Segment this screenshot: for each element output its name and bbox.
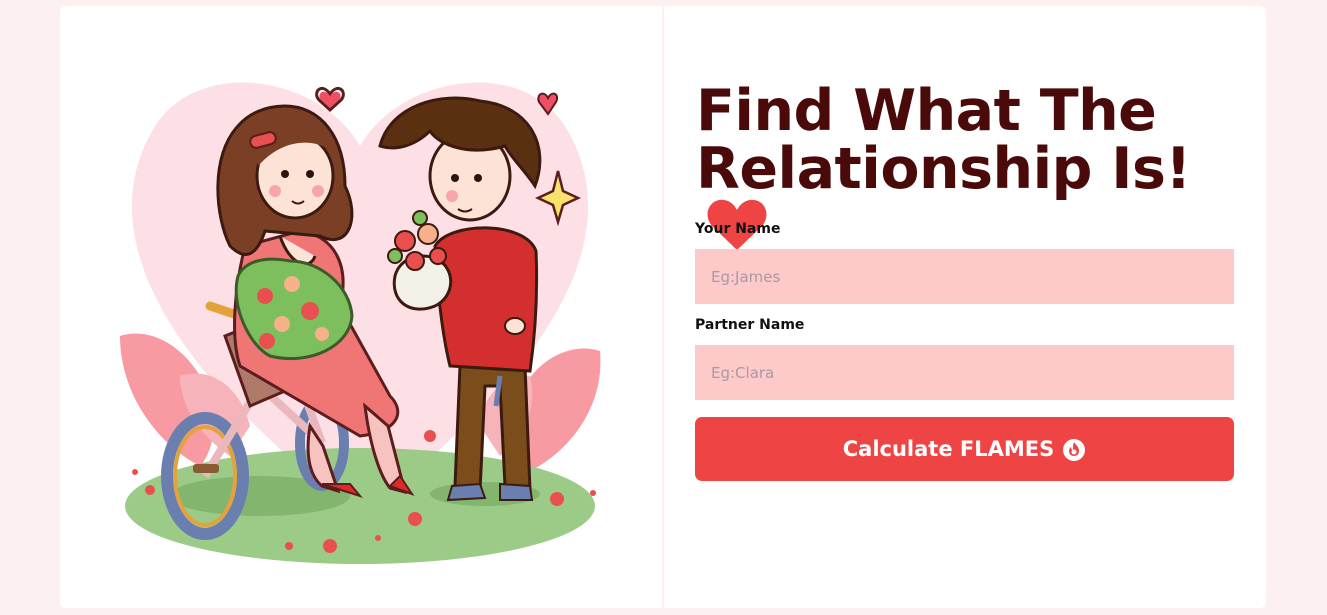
couple-illustration [120,82,601,564]
calculate-flames-button[interactable]: Calculate FLAMES [695,417,1234,481]
fire-icon [1062,437,1086,461]
partner-name-input[interactable] [695,345,1234,400]
your-name-label: Your Name [695,221,781,237]
your-name-input[interactable] [695,249,1234,304]
page-title-text: Find What The Relationship Is! [696,78,1191,202]
calculate-flames-label: Calculate FLAMES [842,437,1055,461]
illustration-panel [60,6,662,608]
partner-name-label: Partner Name [695,317,805,333]
form-panel: Find What The Relationship Is! Your Name… [664,6,1266,608]
